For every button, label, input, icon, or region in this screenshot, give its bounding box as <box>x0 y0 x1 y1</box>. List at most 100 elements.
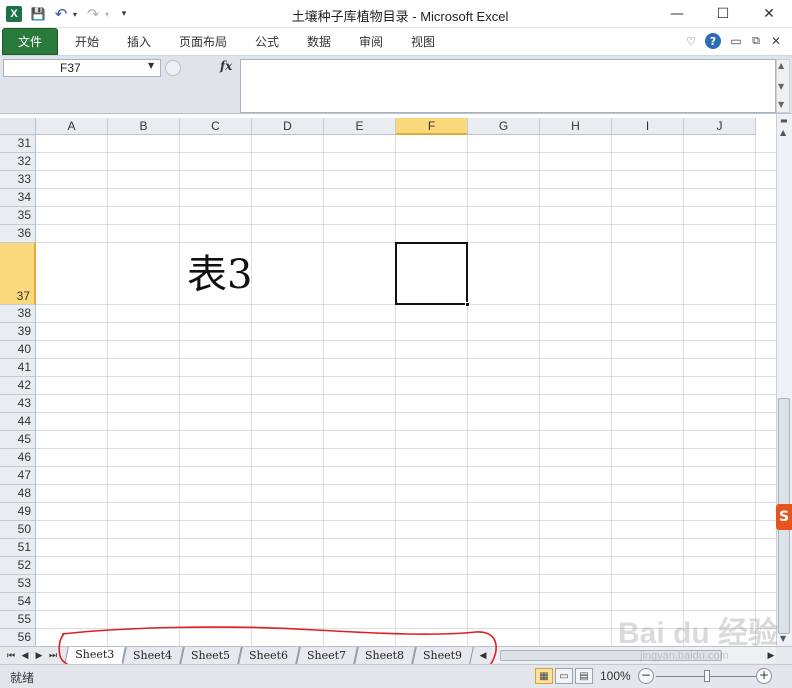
scroll-up-arrow-icon[interactable]: ▲ <box>780 128 786 137</box>
page-layout-view-icon[interactable]: ▭ <box>555 668 573 684</box>
help-icon[interactable]: ? <box>705 33 721 49</box>
column-gridline <box>467 135 468 646</box>
row-gridline <box>36 538 776 539</box>
row-header-36[interactable]: 36 <box>0 225 36 243</box>
row-header-31[interactable]: 31 <box>0 135 36 153</box>
undo-icon[interactable]: ↶ <box>52 5 70 23</box>
first-sheet-icon[interactable]: ⏮ <box>4 647 18 664</box>
doc-close-icon[interactable]: ✕ <box>769 32 783 50</box>
save-icon[interactable]: 💾 <box>30 5 46 23</box>
row-header-43[interactable]: 43 <box>0 395 36 413</box>
close-button[interactable]: ✕ <box>746 0 792 28</box>
column-gridline <box>755 135 756 646</box>
page-break-view-icon[interactable]: ▤ <box>575 668 593 684</box>
row-header-49[interactable]: 49 <box>0 503 36 521</box>
select-all-corner[interactable] <box>0 118 36 135</box>
row-header-45[interactable]: 45 <box>0 431 36 449</box>
expand-formula-icon[interactable]: ▼ <box>778 100 784 109</box>
zoom-level[interactable]: 100% <box>600 669 631 683</box>
minimize-ribbon-icon[interactable]: ♡ <box>684 32 698 50</box>
column-header-h[interactable]: H <box>540 118 612 135</box>
insert-function-icon[interactable]: fx <box>220 59 232 73</box>
doc-minimize-icon[interactable]: ▭ <box>729 32 743 50</box>
tab-insert[interactable]: 插入 <box>116 28 162 55</box>
column-gridline <box>611 135 612 646</box>
tab-formulas[interactable]: 公式 <box>244 28 290 55</box>
row-header-56[interactable]: 56 <box>0 629 36 646</box>
column-header-a[interactable]: A <box>36 118 108 135</box>
tab-view[interactable]: 视图 <box>400 28 446 55</box>
row-gridline <box>36 466 776 467</box>
row-header-35[interactable]: 35 <box>0 207 36 225</box>
column-header-d[interactable]: D <box>252 118 324 135</box>
minimize-button[interactable]: — <box>654 0 700 28</box>
maximize-button[interactable]: ☐ <box>700 0 746 28</box>
row-header-38[interactable]: 38 <box>0 305 36 323</box>
formula-bar-grip-icon[interactable] <box>165 60 181 76</box>
row-gridline <box>36 412 776 413</box>
name-box-dropdown-icon[interactable]: ▼ <box>148 61 154 70</box>
column-header-f[interactable]: F <box>396 118 468 135</box>
row-header-48[interactable]: 48 <box>0 485 36 503</box>
worksheet-grid[interactable]: A B C D E F G H I J 31 32 33 34 35 36 37 38 39 40 41 42 43 44 45… <box>0 118 776 646</box>
row-header-47[interactable]: 47 <box>0 467 36 485</box>
zoom-slider-thumb[interactable] <box>704 670 710 682</box>
row-header-37[interactable]: 37 <box>0 243 36 305</box>
tab-data[interactable]: 数据 <box>296 28 342 55</box>
zoom-out-icon[interactable]: − <box>638 668 654 684</box>
tab-page-layout[interactable]: 页面布局 <box>170 28 236 55</box>
formula-bar-scroll[interactable]: ▲ ▼ ▼ <box>776 59 790 113</box>
row-header-50[interactable]: 50 <box>0 521 36 539</box>
column-gridline <box>107 135 108 646</box>
name-box[interactable]: F37 <box>3 59 161 77</box>
scroll-down-icon[interactable]: ▼ <box>778 82 784 91</box>
row-gridline <box>36 484 776 485</box>
row-header-32[interactable]: 32 <box>0 153 36 171</box>
row-header-55[interactable]: 55 <box>0 611 36 629</box>
row-header-46[interactable]: 46 <box>0 449 36 467</box>
row-header-41[interactable]: 41 <box>0 359 36 377</box>
row-header-34[interactable]: 34 <box>0 189 36 207</box>
undo-dropdown-icon[interactable]: ▾ <box>70 5 80 23</box>
tab-file[interactable]: 文件 <box>2 28 58 55</box>
formula-input[interactable] <box>240 59 776 113</box>
row-gridline <box>36 340 776 341</box>
column-header-e[interactable]: E <box>324 118 396 135</box>
row-header-42[interactable]: 42 <box>0 377 36 395</box>
row-header-44[interactable]: 44 <box>0 413 36 431</box>
column-header-c[interactable]: C <box>180 118 252 135</box>
row-header-53[interactable]: 53 <box>0 575 36 593</box>
row-gridline <box>36 394 776 395</box>
column-header-j[interactable]: J <box>684 118 756 135</box>
column-header-g[interactable]: G <box>468 118 540 135</box>
title-bar: X 💾 ↶ ▾ ↷ ▾ ▾ 土壤种子库植物目录 - Microsoft Exce… <box>0 0 792 28</box>
doc-restore-icon[interactable]: ⧉ <box>749 32 763 50</box>
redo-dropdown-icon[interactable]: ▾ <box>102 5 112 23</box>
next-sheet-icon[interactable]: ▶ <box>32 647 46 664</box>
row-header-52[interactable]: 52 <box>0 557 36 575</box>
split-box-icon[interactable]: ▬ <box>780 116 788 125</box>
scroll-down-arrow-icon[interactable]: ▼ <box>780 634 786 643</box>
active-cell[interactable] <box>395 242 468 305</box>
row-gridline <box>36 152 776 153</box>
row-header-51[interactable]: 51 <box>0 539 36 557</box>
normal-view-icon[interactable]: ▦ <box>535 668 553 684</box>
row-gridline <box>36 520 776 521</box>
column-header-i[interactable]: I <box>612 118 684 135</box>
tab-review[interactable]: 审阅 <box>348 28 394 55</box>
sohu-input-icon[interactable]: S <box>776 504 792 530</box>
scroll-up-icon[interactable]: ▲ <box>778 61 784 70</box>
tab-home[interactable]: 开始 <box>64 28 110 55</box>
column-header-b[interactable]: B <box>108 118 180 135</box>
customize-toolbar-icon[interactable]: ▾ <box>118 5 130 23</box>
redo-icon[interactable]: ↷ <box>84 5 102 23</box>
row-header-54[interactable]: 54 <box>0 593 36 611</box>
fill-handle[interactable] <box>465 302 470 307</box>
row-header-33[interactable]: 33 <box>0 171 36 189</box>
row-header-40[interactable]: 40 <box>0 341 36 359</box>
excel-logo-icon[interactable]: X <box>6 6 22 22</box>
row-gridline <box>36 188 776 189</box>
prev-sheet-icon[interactable]: ◀ <box>18 647 32 664</box>
zoom-in-icon[interactable]: + <box>756 668 772 684</box>
row-header-39[interactable]: 39 <box>0 323 36 341</box>
